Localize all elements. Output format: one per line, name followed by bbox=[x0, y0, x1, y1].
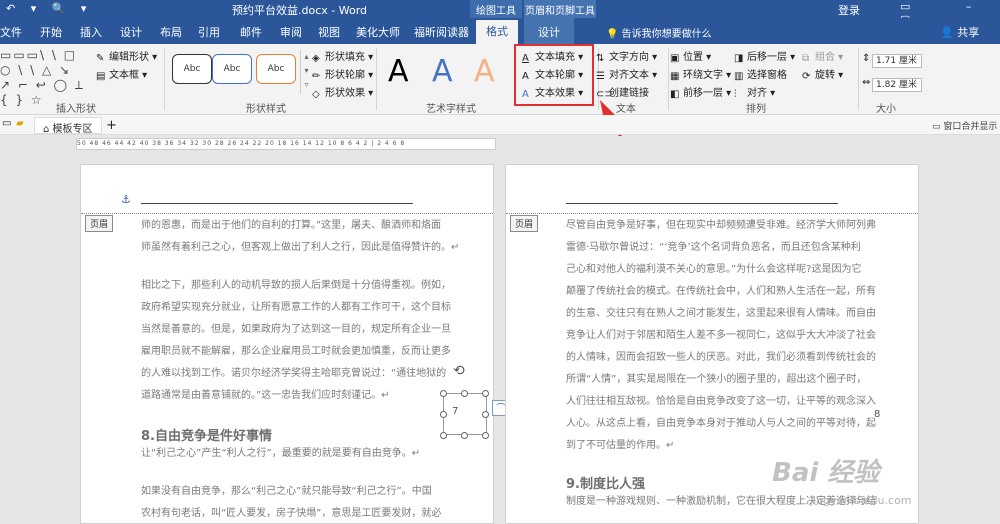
text-line: 己心和对他人的福利漠不关心的意思。”为什么会这样呢?这是因为它 bbox=[566, 264, 862, 275]
text-line: 道路通常是由善意铺就的。”这一忠告我们应时刻谨记。↵ bbox=[141, 390, 390, 401]
home-icon: ⌂ bbox=[43, 124, 50, 135]
text-line: 让“利己之心”产生“利人之行”，最重要的就是要有自由竞争。↵ bbox=[141, 448, 421, 459]
header-rule bbox=[141, 203, 413, 204]
resize-handle[interactable] bbox=[461, 432, 468, 439]
template-zone-tab[interactable]: ⌂ 模板专区 bbox=[34, 117, 102, 135]
resize-handle[interactable] bbox=[461, 390, 468, 397]
text-line: 所谓“人情”，其实是局限在一个狭小的圈子里的，超出这个圈子时， bbox=[566, 374, 867, 385]
text-line: 的人难以找到工作。诺贝尔经济学奖得主哈耶克曾说过：“通往地狱的 bbox=[141, 368, 447, 379]
text-line: 的生意、交往只有在熟人之间才能发生，这里起来很有人情味。而自由 bbox=[566, 308, 876, 319]
header-tag: 页眉 bbox=[510, 215, 539, 232]
rotate-handle-icon[interactable]: ⟲ bbox=[453, 363, 465, 379]
resize-handle[interactable] bbox=[482, 432, 489, 439]
text-line: 竞争让人们对于邻居和陌生人差不多一视同仁，这似乎大大冲淡了社会 bbox=[566, 330, 876, 341]
text-line: 如果没有自由竞争，那么“利己之心”就只能导致“利己之行”。中国 bbox=[141, 486, 432, 497]
page-number: 7 bbox=[452, 406, 459, 417]
paragraph-top[interactable]: 师的恩惠，而是出于他们的自利的打算。”这里，屠夫、酿酒师和烙面 师虽然有着利己之… bbox=[141, 215, 460, 259]
template-zone-label: 模板专区 bbox=[52, 124, 93, 135]
resize-handle[interactable] bbox=[440, 432, 447, 439]
text-line: 人们往往相互敌视。恰恰是自由竞争改变了这一切，让平等的观念深入 bbox=[566, 396, 876, 407]
add-tab-button[interactable]: + bbox=[106, 118, 117, 133]
paragraph-bottom[interactable]: 如果没有自由竞争，那么“利己之心”就只能导致“利己之行”。中国 农村有句老话，叫… bbox=[141, 481, 442, 523]
page-left[interactable]: ⚓ 页眉 师的恩惠，而是出于他们的自利的打算。”这里，屠夫、酿酒师和烙面 师虽然… bbox=[80, 164, 494, 524]
resize-handle[interactable] bbox=[482, 411, 489, 418]
text-line: 颠覆了传统社会的模式。在传统社会中，人们和熟人生活在一起，所有 bbox=[566, 286, 876, 297]
text-line: 师虽然有着利己之心，但客观上做出了利人之行，因此是值得赞许的。↵ bbox=[141, 242, 460, 253]
paragraph-mid[interactable]: 相比之下，那些利人的动机导致的损人后果倒是十分值得重视。例如， 政府希望实现充分… bbox=[141, 275, 451, 407]
merge-windows-toggle[interactable]: ▭ 窗口合并显示 bbox=[932, 119, 997, 132]
section-heading: 9.制度比人强 bbox=[566, 477, 645, 492]
text-line: 雇用职员就不能解雇，那么企业雇用员工时就会更加慎重，反而让更多 bbox=[141, 346, 451, 357]
text-line: 当然是善意的。但是，如果政府为了达到这一目的，规定所有企业一旦 bbox=[141, 324, 451, 335]
text-line: 相比之下，那些利人的动机导致的损人后果倒是十分值得重视。例如， bbox=[141, 280, 451, 291]
watermark-url: jingyan.baidu.com bbox=[810, 494, 912, 507]
open-folder-icon[interactable]: ▰ bbox=[16, 118, 24, 129]
anchor-icon: ⚓ bbox=[121, 193, 131, 206]
header-boundary bbox=[81, 213, 493, 214]
header-boundary bbox=[506, 213, 918, 214]
paragraph-main[interactable]: 尽管自由竞争是好事，但在现实中却频频遭受非难。经济学大师阿列弗 雷德·马歇尔曾说… bbox=[566, 215, 876, 457]
header-rule bbox=[566, 203, 838, 204]
text-line: 师的恩惠，而是出于他们的自利的打算。”这里，屠夫、酿酒师和烙面 bbox=[141, 220, 442, 231]
ruler-scale: 50 48 46 44 42 40 38 36 34 32 30 28 26 2… bbox=[76, 138, 496, 150]
text-line: 的人情味，因而会招致一些人的厌恶。对此，我们必须看到传统社会的 bbox=[566, 352, 876, 363]
resize-handle[interactable] bbox=[440, 390, 447, 397]
resize-handle[interactable] bbox=[440, 411, 447, 418]
text-line: 尽管自由竞争是好事，但在现实中却频频遭受非难。经济学大师阿列弗 bbox=[566, 220, 876, 231]
text-line: 雷德·马歇尔曾说过：“‘竞争’这个名词背负恶名，而且还包含某种利 bbox=[566, 242, 861, 253]
page-number: 8 bbox=[874, 409, 881, 420]
text-line[interactable]: 让“利己之心”产生“利人之行”，最重要的就是要有自由竞争。↵ bbox=[141, 443, 441, 465]
page-number-textbox[interactable]: 7 bbox=[443, 393, 487, 435]
section-heading: 8.自由竞争是件好事情 bbox=[141, 429, 272, 444]
document-tab-strip: ▭ ▰ ⌂ 模板专区 + ▭ 窗口合并显示 bbox=[0, 115, 1000, 135]
baidu-jingyan-watermark: Bai 经验 bbox=[772, 458, 880, 488]
folder-icon[interactable]: ▭ bbox=[2, 118, 11, 129]
merge-windows-label: 窗口合并显示 bbox=[943, 122, 998, 132]
text-line: 政府希望实现充分就业，让所有愿意工作的人都有工作可干，这个目标 bbox=[141, 302, 451, 313]
header-tag: 页眉 bbox=[85, 215, 114, 232]
text-line: 农村有句老话，叫“匠人要发，房子快塌”，意思是工匠要发财，就必 bbox=[141, 508, 442, 519]
horizontal-ruler: 50 48 46 44 42 40 38 36 34 32 30 28 26 2… bbox=[0, 136, 1000, 152]
text-line: 人心。从这点上看，自由竞争本身对于推动人与人之间的平等对待，起 bbox=[566, 418, 876, 429]
resize-handle[interactable] bbox=[482, 390, 489, 397]
